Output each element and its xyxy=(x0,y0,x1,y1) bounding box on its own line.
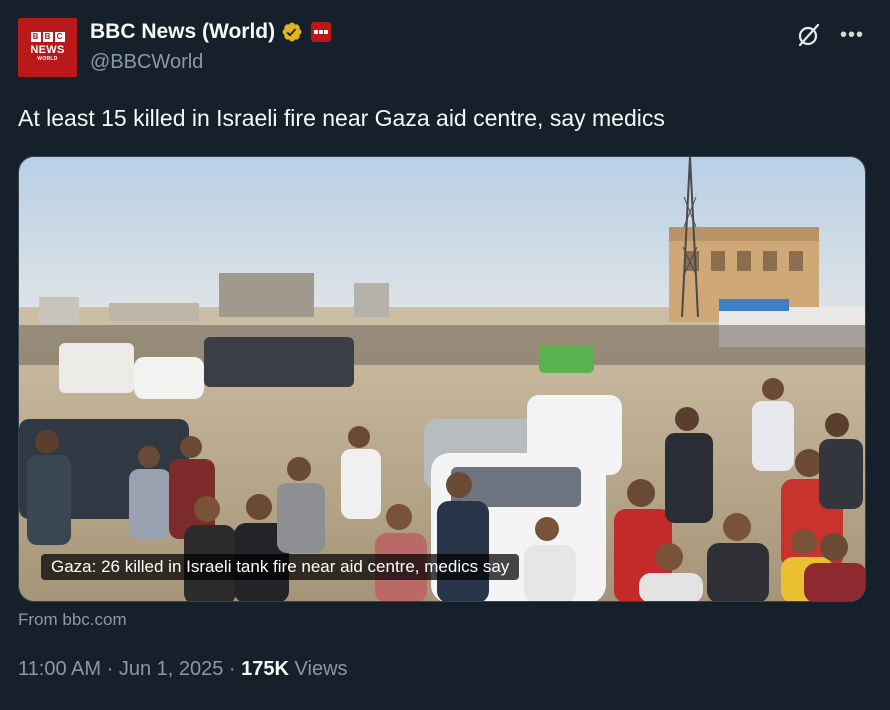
source-link[interactable]: From bbc.com xyxy=(18,610,127,630)
meta-separator: · xyxy=(106,658,114,680)
timestamp-time[interactable]: 11:00 AM xyxy=(18,658,101,680)
display-name[interactable]: BBC News (World) xyxy=(90,20,275,44)
top-actions: ••• xyxy=(796,22,864,48)
bbc-logo-block: B xyxy=(42,32,53,42)
name-row: BBC News (World) xyxy=(90,20,332,44)
views-count: 175K xyxy=(241,658,289,680)
tweet-text: At least 15 killed in Israeli fire near … xyxy=(18,105,665,131)
bbc-logo: B B C xyxy=(30,32,65,42)
bbc-logo-block: C xyxy=(54,32,65,42)
grok-icon[interactable] xyxy=(796,22,822,48)
timestamp-date[interactable]: Jun 1, 2025 xyxy=(119,658,224,680)
link-card[interactable]: Gaza: 26 killed in Israeli tank fire nea… xyxy=(18,156,866,602)
tweet: B B C NEWS WORLD BBC News (World) @BBCWo… xyxy=(0,0,890,710)
tweet-meta: 11:00 AM · Jun 1, 2025 · 175K Views xyxy=(18,658,348,681)
card-caption: Gaza: 26 killed in Israeli tank fire nea… xyxy=(41,554,520,580)
card-photo xyxy=(19,157,865,601)
avatar[interactable]: B B C NEWS WORLD xyxy=(18,18,77,77)
verified-icon[interactable] xyxy=(281,21,303,43)
views-label: Views xyxy=(294,658,348,680)
meta-separator: · xyxy=(228,658,236,680)
avatar-world-text: WORLD xyxy=(37,56,58,62)
bbc-logo-block: B xyxy=(30,32,41,42)
avatar-news-text: NEWS xyxy=(30,44,65,56)
affiliate-badge-icon[interactable] xyxy=(311,22,332,42)
handle[interactable]: @BBCWorld xyxy=(90,51,203,74)
more-icon[interactable]: ••• xyxy=(840,25,864,45)
